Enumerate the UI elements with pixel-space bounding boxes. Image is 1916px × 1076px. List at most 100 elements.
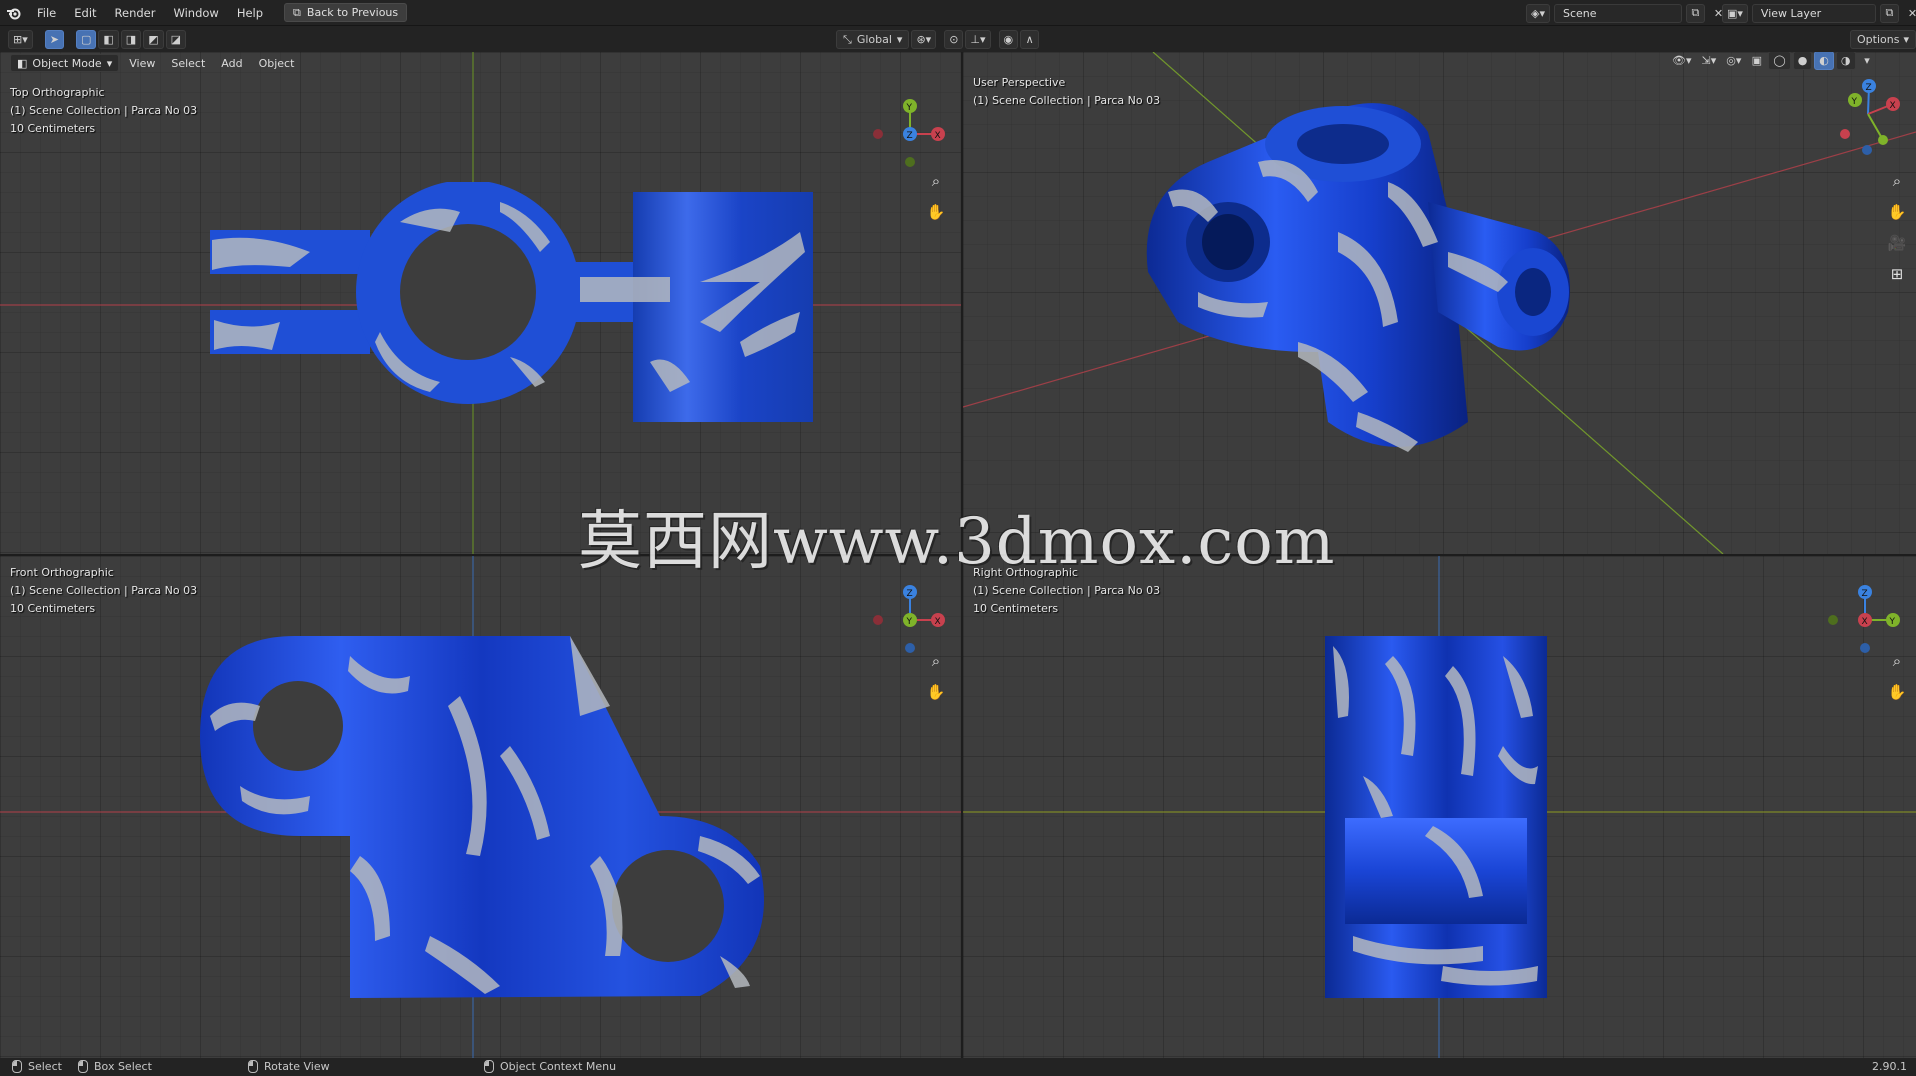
pan-hand-icon[interactable]: ✋ <box>924 680 948 704</box>
viewport-info-overlay: Front Orthographic (1) Scene Collection … <box>10 564 197 618</box>
viewport-menu-object[interactable]: Object <box>253 57 301 70</box>
viewport-right-orthographic[interactable]: Right Orthographic (1) Scene Collection … <box>963 556 1916 1058</box>
select-intersect-icon[interactable]: ◪ <box>165 30 186 49</box>
perspective-toggle-icon[interactable]: ⊞ <box>1885 262 1909 286</box>
mouse-left-icon <box>12 1060 22 1073</box>
proportional-edit-icon[interactable]: ◉ <box>998 30 1019 49</box>
viewport-info-overlay: User Perspective (1) Scene Collection | … <box>973 74 1160 110</box>
status-select-label: Select <box>28 1060 62 1073</box>
scene-name-field[interactable]: Scene <box>1553 3 1682 23</box>
svg-text:Y: Y <box>1889 617 1896 627</box>
object-mode-label: Object Mode <box>32 56 102 70</box>
menu-edit[interactable]: Edit <box>65 6 105 20</box>
svg-text:Y: Y <box>906 103 913 113</box>
viewport-front-orthographic[interactable]: Front Orthographic (1) Scene Collection … <box>0 556 961 1058</box>
view-layer-name-field[interactable]: View Layer <box>1751 3 1876 23</box>
part-top-view[interactable] <box>200 182 820 432</box>
viewport-collection: (1) Scene Collection | Parca No 03 <box>10 104 198 117</box>
select-subtract-icon[interactable]: ◨ <box>120 30 142 49</box>
part-front-view[interactable] <box>200 636 820 1006</box>
viewport-user-perspective[interactable]: User Perspective (1) Scene Collection | … <box>963 52 1916 554</box>
tool-header: ⊞▾ ➤ ▢ ◧ ◨ ◩ ◪ ⤡ Global ▾ ⊛▾ ⊙ ⊥▾ ◉ ∧ Op… <box>0 26 1916 52</box>
view-layer-selector: ▣▾ View Layer ⧉ ✕ <box>1722 3 1916 23</box>
viewport-collection: (1) Scene Collection | Parca No 03 <box>973 584 1161 597</box>
mouse-middle-icon <box>248 1060 258 1073</box>
viewport-title: Top Orthographic <box>10 86 105 99</box>
zoom-icon[interactable]: ⌕ <box>1885 649 1909 673</box>
chevron-down-icon: ▾ <box>896 33 903 46</box>
chevron-down-icon[interactable]: ▾ <box>1858 52 1877 70</box>
chevron-down-icon: ▾ <box>1903 33 1909 46</box>
visibility-icon[interactable]: 👁▾ <box>1668 52 1696 70</box>
viewport-title: Front Orthographic <box>10 566 114 579</box>
wireframe-shading-icon[interactable]: ◯ <box>1768 52 1791 70</box>
pan-hand-icon[interactable]: ✋ <box>924 200 948 224</box>
solid-shading-icon[interactable]: ● <box>1792 52 1813 70</box>
xray-icon[interactable]: ▣ <box>1747 52 1766 70</box>
view-layer-close-icon[interactable]: ✕ <box>1903 4 1916 23</box>
select-extend-icon[interactable]: ◧ <box>98 30 119 49</box>
snap-icon[interactable]: ⊙ <box>944 30 964 49</box>
object-mode-icon: ◧ <box>17 56 28 70</box>
overlay-icon[interactable]: ◎▾ <box>1722 52 1745 70</box>
screen-back-icon: ⧉ <box>293 5 301 19</box>
editor-type-group: ⊞▾ ➤ ▢ ◧ ◨ ◩ ◪ <box>8 30 186 49</box>
zoom-icon[interactable]: ⌕ <box>1885 169 1909 193</box>
options-dropdown[interactable]: Options ▾ <box>1850 30 1916 49</box>
editor-type-icon[interactable]: ⊞▾ <box>8 30 33 49</box>
svg-text:Z: Z <box>907 131 913 141</box>
menu-window[interactable]: Window <box>164 6 227 20</box>
scene-browse-icon[interactable]: ◈▾ <box>1526 3 1550 23</box>
falloff-icon[interactable]: ∧ <box>1020 30 1040 49</box>
transform-orientation-group: ⤡ Global ▾ ⊛▾ ⊙ ⊥▾ ◉ ∧ <box>836 30 1040 49</box>
zoom-icon[interactable]: ⌕ <box>924 169 948 193</box>
viewport-menu-select[interactable]: Select <box>165 57 211 70</box>
svg-text:X: X <box>935 131 941 141</box>
part-perspective-view[interactable] <box>1138 92 1638 472</box>
scene-selector: ◈▾ Scene ⧉ ✕ <box>1526 3 1728 23</box>
top-menu-bar: File Edit Render Window Help ⧉ Back to P… <box>0 0 1916 26</box>
rendered-shading-icon[interactable]: ◑ <box>1835 52 1856 70</box>
chevron-down-icon: ▾ <box>106 56 113 70</box>
status-bar: Select Box Select Rotate View Object Con… <box>0 1058 1916 1076</box>
pivot-point-icon[interactable]: ⊛▾ <box>911 30 937 49</box>
status-context-menu-label: Object Context Menu <box>500 1060 617 1073</box>
pan-hand-icon[interactable]: ✋ <box>1885 200 1909 224</box>
part-right-view[interactable] <box>1323 636 1563 1006</box>
blender-logo-icon[interactable] <box>0 0 28 26</box>
camera-view-icon[interactable]: 🎥 <box>1885 231 1909 255</box>
select-new-icon[interactable]: ▢ <box>75 30 97 49</box>
gizmo-toggle-icon[interactable]: ⇲▾ <box>1698 52 1721 70</box>
material-shading-icon[interactable]: ◐ <box>1814 52 1834 70</box>
menu-file[interactable]: File <box>28 6 65 20</box>
svg-text:X: X <box>1890 101 1896 111</box>
viewport-info-overlay: Top Orthographic (1) Scene Collection | … <box>10 84 197 138</box>
options-label: Options <box>1857 33 1900 46</box>
back-to-previous-button[interactable]: ⧉ Back to Previous <box>284 3 408 22</box>
zoom-icon[interactable]: ⌕ <box>924 649 948 673</box>
navigation-gizmo-perspective[interactable]: Z X Y <box>1823 72 1913 182</box>
viewport-title: User Perspective <box>973 76 1066 89</box>
pan-hand-icon[interactable]: ✋ <box>1885 680 1909 704</box>
scene-copy-icon[interactable]: ⧉ <box>1685 3 1705 23</box>
orientation-value: Global <box>856 33 892 46</box>
viewport-menu-view[interactable]: View <box>123 57 161 70</box>
shading-controls: 👁▾ ⇲▾ ◎▾ ▣ ◯ ● ◐ ◑ ▾ <box>1668 52 1877 70</box>
options-group: Options ▾ <box>1850 30 1916 49</box>
transform-orientation-dropdown[interactable]: ⤡ Global ▾ <box>836 30 910 49</box>
svg-text:Y: Y <box>1851 97 1858 107</box>
snap-target-icon[interactable]: ⊥▾ <box>965 30 991 49</box>
menu-render[interactable]: Render <box>106 6 165 20</box>
viewport-menu-add[interactable]: Add <box>215 57 248 70</box>
menu-help[interactable]: Help <box>228 6 272 20</box>
select-invert-icon[interactable]: ◩ <box>143 30 164 49</box>
select-tool-icon[interactable]: ➤ <box>44 30 64 49</box>
object-mode-dropdown[interactable]: ◧ Object Mode ▾ <box>10 54 120 72</box>
viewport-top-orthographic[interactable]: ◧ Object Mode ▾ View Select Add Object T… <box>0 52 961 554</box>
status-box-select: Box Select <box>78 1060 152 1073</box>
back-to-previous-label: Back to Previous <box>306 6 399 19</box>
mouse-right-icon <box>484 1060 494 1073</box>
view-layer-copy-icon[interactable]: ⧉ <box>1879 3 1899 23</box>
status-rotate-view-label: Rotate View <box>264 1060 330 1073</box>
view-layer-browse-icon[interactable]: ▣▾ <box>1722 3 1748 23</box>
